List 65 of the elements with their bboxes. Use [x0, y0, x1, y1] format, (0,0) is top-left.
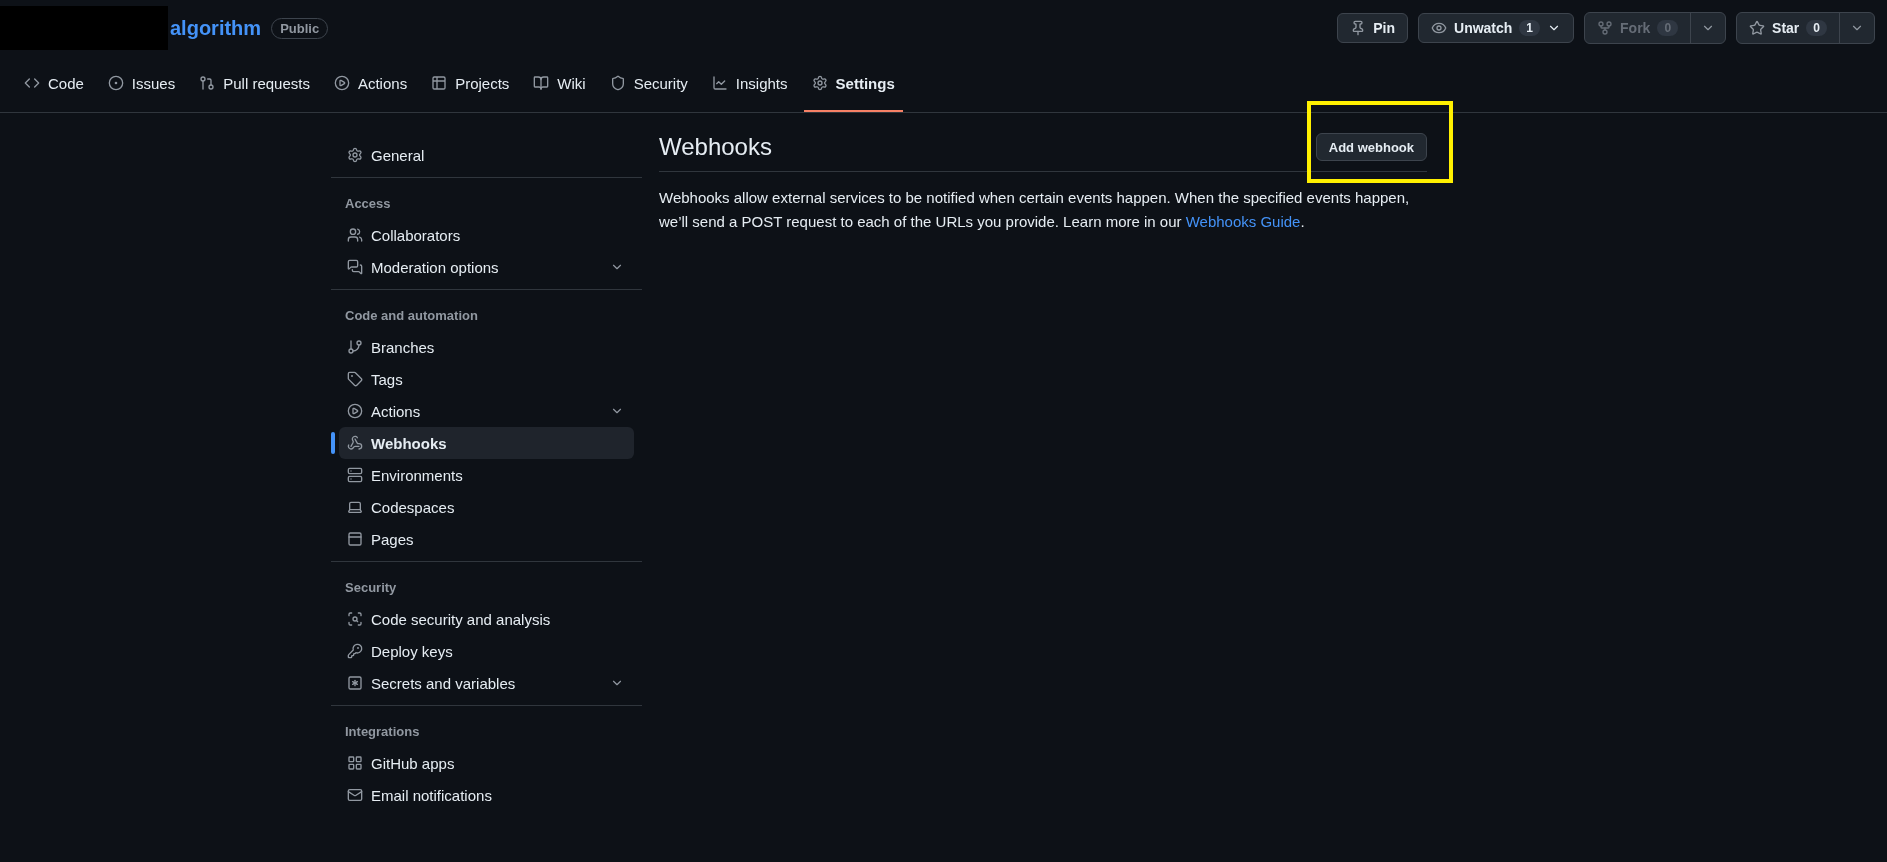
sidebar-item[interactable]: Tags: [339, 363, 634, 395]
watch-button[interactable]: Unwatch 1: [1418, 13, 1575, 43]
nav-tab[interactable]: Insights: [703, 56, 796, 112]
fork-icon: [1597, 20, 1614, 36]
nav-tab[interactable]: Settings: [803, 56, 903, 112]
window-icon: [347, 531, 363, 547]
section-heading: Security: [344, 579, 398, 597]
add-webhook-button[interactable]: Add webhook: [1315, 133, 1427, 161]
sidebar-item[interactable]: Secrets and variables: [339, 667, 634, 699]
branch-icon: [347, 339, 363, 355]
settings-icon: [347, 147, 363, 163]
star-icon: [1749, 20, 1766, 36]
tag-icon: [347, 371, 363, 387]
server-icon: [347, 467, 363, 483]
play-icon: [333, 75, 350, 91]
nav-tab[interactable]: Wiki: [525, 56, 594, 112]
section-heading: Code and automation: [344, 307, 479, 325]
chat-icon: [347, 259, 363, 275]
section-heading: Access: [344, 195, 392, 213]
pin-button[interactable]: Pin: [1337, 13, 1408, 43]
nav-tab[interactable]: Projects: [423, 56, 518, 112]
eye-icon: [1431, 20, 1447, 36]
laptop-icon: [347, 499, 363, 515]
nav-tab[interactable]: Actions: [325, 56, 416, 112]
sidebar-item[interactable]: Branches: [339, 331, 634, 363]
sidebar-item[interactable]: Email notifications: [339, 779, 634, 811]
grid-icon: [347, 755, 363, 771]
count-badge: 1: [1519, 20, 1541, 36]
selection-bar: [331, 432, 335, 454]
people-icon: [347, 227, 363, 243]
sidebar-item[interactable]: Codespaces: [339, 491, 634, 523]
webhook-icon: [347, 435, 363, 451]
nav-tab[interactable]: Issues: [99, 56, 184, 112]
settings-icon: [811, 75, 828, 91]
sidebar-item[interactable]: GitHub apps: [339, 747, 634, 779]
scan-icon: [347, 611, 363, 627]
nav-tab[interactable]: Pull requests: [191, 56, 318, 112]
sidebar-item[interactable]: Environments: [339, 459, 634, 491]
count-badge: 0: [1806, 20, 1827, 36]
sidebar-item[interactable]: Deploy keys: [339, 635, 634, 667]
sidebar-item[interactable]: Moderation options: [339, 251, 634, 283]
nav-tab[interactable]: Code: [16, 56, 92, 112]
table-icon: [431, 75, 448, 91]
nav-tab[interactable]: Security: [601, 56, 696, 112]
sidebar-item[interactable]: Pages: [339, 523, 634, 555]
sidebar-item[interactable]: Actions: [339, 395, 634, 427]
sidebar-item[interactable]: General: [339, 139, 634, 171]
pull-request-icon: [199, 75, 216, 91]
sidebar-item[interactable]: Code security and analysis: [339, 603, 634, 635]
page-title: Webhooks: [659, 133, 772, 161]
star-button[interactable]: Star 0: [1737, 13, 1839, 43]
play-icon: [347, 403, 363, 419]
circle-dot-icon: [107, 75, 124, 91]
graph-icon: [711, 75, 728, 91]
key-icon: [347, 643, 363, 659]
repo-name[interactable]: algorithm: [170, 16, 262, 40]
code-icon: [24, 75, 40, 91]
book-icon: [533, 75, 550, 91]
guide-link[interactable]: Webhooks Guide: [1185, 213, 1301, 230]
description-text: Webhooks allow external services to be notified when certain events happen. When the specified events happen, we’ll send a POST request to each of the URLs you provide. Learn more in our Webhooks Guide.: [659, 188, 1411, 232]
mail-icon: [347, 787, 363, 803]
asterisk-icon: [347, 675, 363, 691]
section-heading: Integrations: [344, 723, 421, 741]
sidebar-item[interactable]: Collaborators: [339, 219, 634, 251]
shield-icon: [609, 75, 626, 91]
